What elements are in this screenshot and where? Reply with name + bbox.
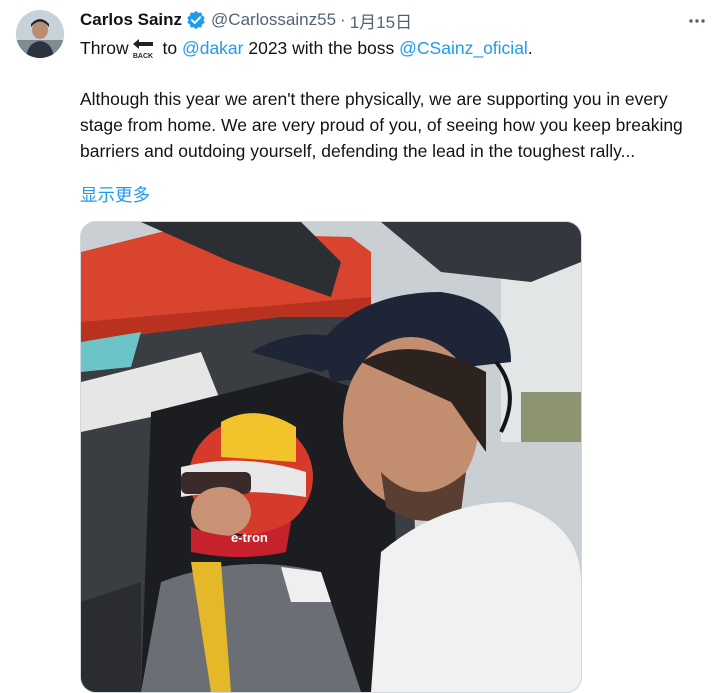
verified-badge-icon [186,10,206,30]
separator-dot: · [340,10,346,29]
mention-csainz[interactable]: @CSainz_oficial [399,36,528,60]
tweet: Carlos Sainz @Carlossainz55 · 1月15日 Thro… [0,0,720,693]
show-more-link[interactable]: 显示更多 [80,182,150,207]
text-prefix: Throw [80,38,129,58]
avatar[interactable] [16,10,64,58]
text-suffix: . [527,38,533,58]
text-middle: 2023 with the boss [243,38,400,58]
back-arrow-emoji: BACK [131,36,155,60]
tweet-date[interactable]: 1月15日 [350,8,412,33]
author-handle[interactable]: @Carlossainz55 [211,10,336,30]
tweet-text-line1: Throw BACK to @dakar 2023 with the boss … [80,36,533,60]
text-to: to [157,38,182,58]
photo-logo-text: e-tron [231,530,268,545]
tweet-header: Carlos Sainz @Carlossainz55 · 1月15日 [80,8,412,33]
tweet-body: Although this year we aren't there physi… [80,89,683,161]
author-name[interactable]: Carlos Sainz [80,10,182,30]
tweet-photo[interactable]: e-tron [80,221,582,693]
back-emoji-label: BACK [133,53,153,60]
mention-dakar[interactable]: @dakar [182,36,244,60]
more-horizontal-icon[interactable] [684,8,710,34]
